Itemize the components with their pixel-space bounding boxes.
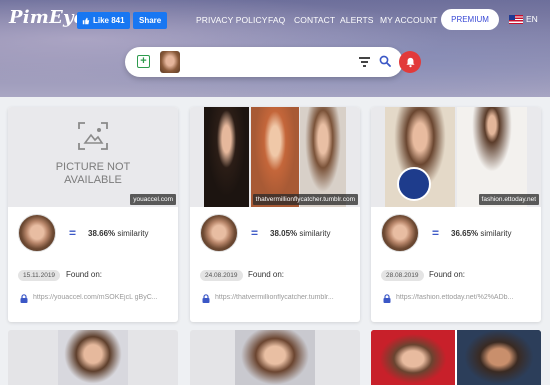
result-card[interactable]: thatvermillionflycatcher.tumblr.com = 38… (190, 107, 360, 322)
photo-woman-brown-hair (300, 107, 346, 207)
equals-icon: = (432, 226, 440, 240)
nav-contact[interactable]: CONTACT (294, 15, 335, 25)
thumbs-up-icon (82, 17, 90, 24)
domain-tag: youaccel.com (130, 194, 176, 205)
alert-button[interactable] (399, 51, 421, 73)
nav-my-account[interactable]: MY ACCOUNT (380, 15, 438, 25)
facebook-like-label: Like 841 (93, 16, 125, 25)
matched-face-avatar[interactable] (381, 214, 419, 252)
similarity-score: 36.65% similarity (451, 228, 512, 238)
photo-woman-white-dress (457, 107, 527, 207)
language-selector[interactable]: EN (509, 14, 538, 24)
nav-privacy-policy[interactable]: PRIVACY POLICY (196, 15, 267, 25)
equals-icon: = (251, 226, 259, 240)
date-badge: 15.11.2019 (18, 270, 61, 281)
facebook-like-button[interactable]: Like 841 (77, 12, 130, 29)
result-card[interactable]: fashion.ettoday.net = 36.65% similarity … (371, 107, 541, 322)
result-thumbnail[interactable]: fashion.ettoday.net (371, 107, 541, 207)
result-card[interactable] (371, 330, 541, 385)
similarity-score: 38.05% similarity (270, 228, 331, 238)
source-url-link[interactable]: https://fashion.ettoday.net/%2%ADb... (396, 294, 534, 301)
domain-tag: thatvermillionflycatcher.tumblr.com (252, 194, 358, 205)
filter-icon[interactable] (359, 57, 370, 67)
result-card[interactable] (190, 330, 360, 385)
result-thumbnail[interactable] (235, 330, 315, 385)
facebook-share-button[interactable]: Share (133, 12, 168, 29)
source-url-link[interactable]: https://thatvermillionflycatcher.tumblr.… (215, 294, 353, 301)
found-on-label: Found on: (66, 270, 103, 279)
result-card[interactable]: PICTURE NOT AVAILABLE youaccel.com = 38.… (8, 107, 178, 322)
add-photo-icon[interactable]: + (137, 55, 150, 68)
domain-tag: fashion.ettoday.net (478, 194, 539, 205)
us-flag-icon (509, 14, 523, 24)
search-bar[interactable]: + (125, 47, 403, 77)
result-thumbnail[interactable]: thatvermillionflycatcher.tumblr.com (190, 107, 360, 207)
photo-woman-red-hair (251, 107, 299, 207)
picture-not-available: PICTURE NOT AVAILABLE (8, 107, 178, 207)
similarity-score: 38.66% similarity (88, 228, 149, 238)
broken-image-icon (78, 122, 108, 150)
found-on-label: Found on: (248, 270, 285, 279)
date-badge: 28.08.2019 (381, 270, 424, 281)
found-on-label: Found on: (429, 270, 466, 279)
lock-icon (202, 294, 210, 303)
equals-icon: = (69, 226, 77, 240)
result-thumbnail[interactable]: PICTURE NOT AVAILABLE youaccel.com (8, 107, 178, 207)
uploaded-face-thumbnail[interactable] (160, 51, 180, 73)
photo-woman-dark-hair (204, 107, 249, 207)
source-url-link[interactable]: https://youaccel.com/mSOKEjcL gByC... (33, 294, 171, 301)
date-badge: 24.08.2019 (200, 270, 243, 281)
lock-icon (383, 294, 391, 303)
picture-not-available-text: PICTURE NOT AVAILABLE (55, 161, 131, 186)
header: PimEyes Like 841 Share PRIVACY POLICY FA… (0, 0, 550, 97)
alert-bell-icon (405, 57, 415, 67)
nav-faq[interactable]: FAQ (268, 15, 285, 25)
matched-face-avatar[interactable] (200, 214, 238, 252)
search-icon[interactable] (379, 55, 391, 67)
matched-face-avatar[interactable] (18, 214, 56, 252)
lock-icon (20, 294, 28, 303)
result-card[interactable] (8, 330, 178, 385)
result-thumbnail[interactable] (58, 330, 128, 385)
result-thumbnail[interactable] (457, 330, 541, 385)
premium-button[interactable]: PREMIUM (441, 9, 499, 30)
brand-logo-icon (397, 167, 431, 201)
result-thumbnail[interactable] (371, 330, 455, 385)
language-label: EN (526, 14, 538, 24)
nav-alerts[interactable]: ALERTS (340, 15, 374, 25)
